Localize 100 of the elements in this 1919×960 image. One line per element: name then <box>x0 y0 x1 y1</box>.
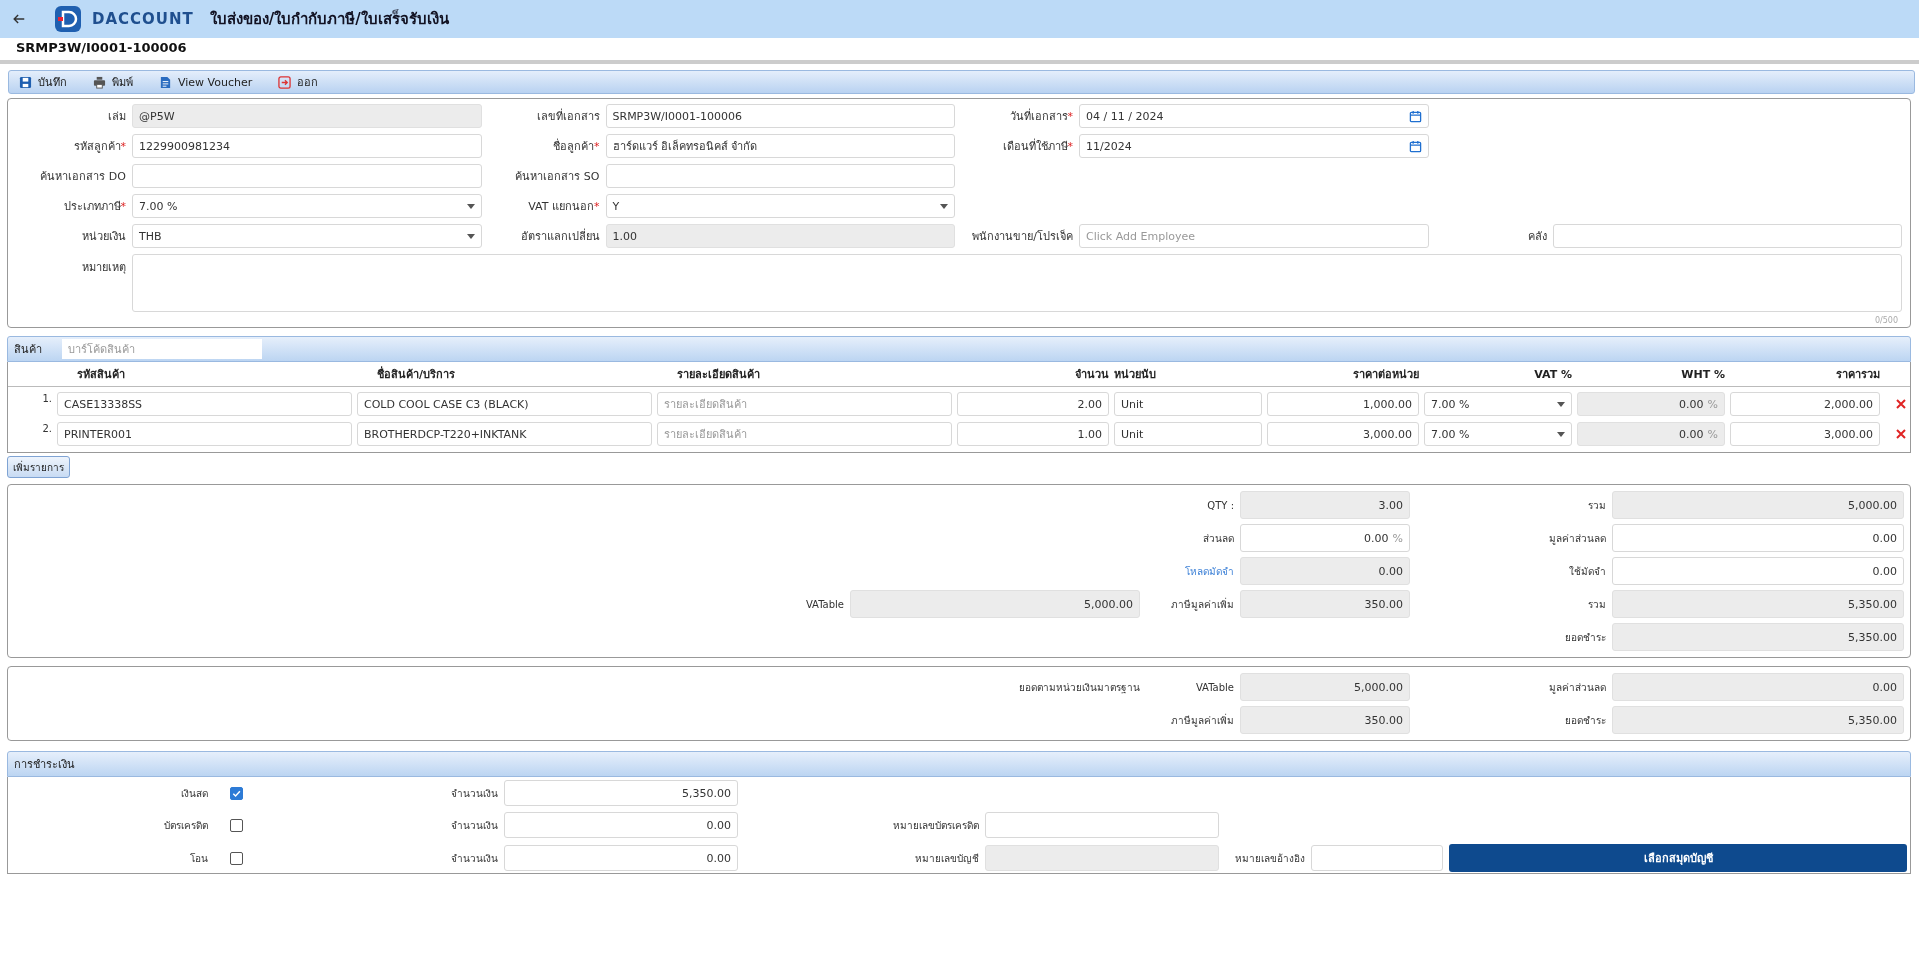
toolbar-button[interactable]: พิมพ์ <box>89 73 137 91</box>
input-field[interactable]: รายละเอียดสินค้า <box>657 422 952 446</box>
input-field[interactable] <box>1552 224 1902 248</box>
column-header: ราคาต่อหน่วย <box>1352 367 1419 383</box>
delete-icon[interactable] <box>1895 398 1907 410</box>
input-field[interactable]: 0.00 <box>1612 524 1904 552</box>
select-account-book-button[interactable]: เลือกสมุดบัญชี <box>1449 844 1907 872</box>
field-label: ภาษีมูลค่าเพิ่ม <box>1170 712 1234 728</box>
column-header: ชื่อสินค้า/บริการ <box>376 365 457 383</box>
input-field[interactable] <box>132 164 482 188</box>
input-field[interactable] <box>985 812 1219 838</box>
caret-icon <box>466 203 475 209</box>
checkbox[interactable] <box>230 786 243 800</box>
input-field[interactable]: ฮาร์ดแวร์ อิเล็คทรอนิคส์ จำกัด <box>605 134 955 158</box>
checkbox[interactable] <box>230 851 243 865</box>
row-number: 2. <box>41 422 52 434</box>
dropdown[interactable]: 7.00 % <box>1424 422 1572 446</box>
input-field[interactable]: Unit <box>1114 392 1262 416</box>
field-label: หน่วยเงิน <box>81 229 126 245</box>
field-label: ยอดชำระ <box>1564 713 1606 728</box>
row-number: 1. <box>41 392 52 404</box>
dropdown[interactable]: 7.00 % <box>132 194 482 218</box>
input-field: 5,000.00 <box>1240 673 1410 701</box>
field-label: ยอดชำระ <box>1564 630 1606 645</box>
input-field[interactable]: รายละเอียดสินค้า <box>657 392 952 416</box>
page-title: ใบส่งของ/ใบกำกับภาษี/ใบเสร็จรับเงิน <box>209 8 449 30</box>
amount-field[interactable]: 5,350.00 <box>504 780 738 806</box>
input-field: 0.00 % <box>1577 392 1725 416</box>
field-label: ชื่อลูกค้า* <box>552 137 600 155</box>
calendar-icon <box>1408 139 1422 153</box>
input-field[interactable]: Click Add Employee <box>1079 224 1429 248</box>
field-label: คลัง <box>1526 229 1547 245</box>
input-field[interactable]: COLD COOL CASE C3 (BLACK) <box>357 392 652 416</box>
input-field[interactable] <box>605 164 955 188</box>
column-header: WHT % <box>1680 367 1725 381</box>
input-field[interactable]: BROTHERDCP-T220+INKTANK <box>357 422 652 446</box>
input-field: 350.00 <box>1240 590 1410 618</box>
field-label: ส่วนลด <box>1202 531 1234 546</box>
amount-field[interactable]: 0.00 <box>504 812 738 838</box>
input-field[interactable]: @P5W <box>132 104 482 128</box>
payment-method-label: บัตรเครดิต <box>163 818 208 833</box>
input-field[interactable]: 1.00 <box>957 422 1109 446</box>
column-header: รหัสสินค้า <box>76 367 126 383</box>
field-label: รวม <box>1587 597 1606 612</box>
toolbar-button[interactable]: บันทึก <box>15 73 71 91</box>
back-arrow-icon[interactable] <box>12 12 26 26</box>
field-label: มูลค่าส่วนลด <box>1548 531 1606 546</box>
barcode-field[interactable]: บาร์โค้ดสินค้า <box>62 339 262 359</box>
field-label: รวม <box>1587 498 1606 513</box>
date-field[interactable]: 04 / 11 / 2024 <box>1079 104 1429 128</box>
input-field[interactable]: 3,000.00 <box>1267 422 1419 446</box>
field-label: วันที่เอกสาร* <box>1008 107 1073 125</box>
toolbar-button[interactable]: View Voucher <box>155 75 257 89</box>
input-field[interactable]: SRMP3W/I0001-100006 <box>605 104 955 128</box>
input-field[interactable]: 0.00 % <box>1240 524 1410 552</box>
logo-icon <box>54 5 82 33</box>
field-label: จำนวนเงิน <box>450 851 498 866</box>
field-label: ค้นหาเอกสาร DO <box>39 169 126 185</box>
input-field[interactable]: 3,000.00 <box>1730 422 1880 446</box>
caret-icon <box>1557 401 1565 407</box>
column-header: ราคารวม <box>1835 367 1880 383</box>
dropdown[interactable]: THB <box>132 224 482 248</box>
field-label: หมายเลขบัญชี <box>914 851 979 866</box>
date-field[interactable]: 11/2024 <box>1079 134 1429 158</box>
caret-icon <box>940 203 948 209</box>
input-field[interactable]: Unit <box>1114 422 1262 446</box>
field-label: VAT แยกนอก* <box>527 199 600 215</box>
input-field[interactable]: 2,000.00 <box>1730 392 1880 416</box>
input-field[interactable]: 1229900981234 <box>132 134 482 158</box>
exit-icon <box>278 75 292 89</box>
field-label: VATable <box>804 598 844 610</box>
input-field: 5,000.00 <box>850 590 1140 618</box>
unit-label: % <box>1707 397 1718 411</box>
input-field[interactable]: 0.00 <box>1612 557 1904 585</box>
amount-field[interactable]: 0.00 <box>504 845 738 871</box>
field-label: เดือนที่ใช้ภาษี* <box>1001 137 1073 155</box>
dropdown[interactable]: 7.00 % <box>1424 392 1572 416</box>
field-label: เล่ม <box>107 109 126 125</box>
unit-label: % <box>1392 531 1403 545</box>
dropdown[interactable]: Y <box>605 194 955 218</box>
field-label: รหัสลูกค้า* <box>72 139 126 155</box>
input-field[interactable]: CASE13338SS <box>57 392 352 416</box>
add-item-button[interactable]: เพิ่มรายการ <box>7 456 70 478</box>
deposit-link[interactable]: โหลดมัดจำ <box>1146 563 1234 579</box>
caret-icon <box>1557 431 1565 437</box>
field-label: อัตราแลกเปลี่ยน <box>519 227 600 245</box>
document-icon <box>159 75 172 89</box>
delete-icon[interactable] <box>1895 428 1907 440</box>
input-field[interactable]: 1.00 <box>605 224 955 248</box>
input-field[interactable]: 2.00 <box>957 392 1109 416</box>
field-label: ภาษีมูลค่าเพิ่ม <box>1170 596 1234 612</box>
input-field[interactable] <box>1311 845 1443 871</box>
toolbar-button[interactable]: ออก <box>274 73 323 91</box>
input-field[interactable]: PRINTER001 <box>57 422 352 446</box>
field-label: ใช้มัดจำ <box>1568 564 1606 579</box>
field-label: มูลค่าส่วนลด <box>1548 680 1606 695</box>
input-field[interactable]: 1,000.00 <box>1267 392 1419 416</box>
field-label: จำนวนเงิน <box>450 786 498 801</box>
checkbox[interactable] <box>230 818 243 832</box>
input-field: 5,000.00 <box>1612 491 1904 519</box>
